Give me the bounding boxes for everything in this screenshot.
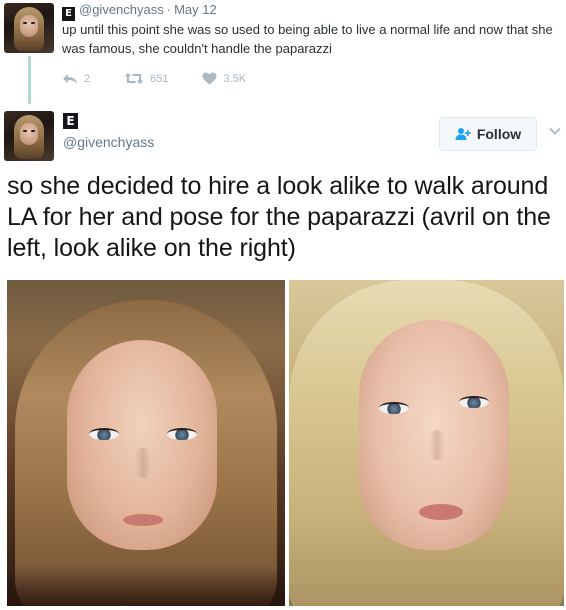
- avatar[interactable]: [4, 3, 54, 53]
- follow-button[interactable]: Follow: [439, 117, 537, 151]
- tweet-date[interactable]: May 12: [174, 2, 217, 17]
- tweet-header: E @givenchyass · May 12: [62, 2, 217, 21]
- avatar[interactable]: [4, 111, 54, 161]
- tweet-thread: E @givenchyass · May 12 up until this point…: [0, 0, 566, 610]
- like-button[interactable]: 3.5K: [202, 72, 246, 85]
- separator: ·: [166, 2, 172, 17]
- heart-icon: [202, 72, 217, 85]
- user-handle[interactable]: @givenchyass: [79, 2, 164, 17]
- reply-icon: [63, 73, 77, 84]
- reply-button[interactable]: 2: [62, 73, 90, 85]
- retweet-icon: [124, 73, 144, 84]
- add-user-icon: [455, 128, 471, 140]
- tweet-text: so she decided to hire a look alike to w…: [7, 172, 551, 262]
- retweet-count: 651: [150, 72, 169, 85]
- chevron-down-icon[interactable]: [548, 124, 562, 138]
- account-badge: E: [63, 113, 78, 129]
- retweet-button[interactable]: 651: [124, 72, 168, 85]
- tweet-photo-right[interactable]: [289, 280, 564, 606]
- reply-count: 2: [84, 72, 91, 85]
- like-count: 3.5K: [223, 72, 247, 85]
- account-badge: E: [62, 7, 75, 21]
- tweet-text: up until this point she was so used to b…: [62, 22, 553, 56]
- tweet-actions: 2 651 3.5K: [62, 72, 280, 85]
- tweet-photo-left[interactable]: [7, 280, 285, 606]
- follow-label: Follow: [476, 126, 522, 142]
- thread-connector: [28, 56, 31, 104]
- user-handle[interactable]: @givenchyass: [63, 134, 154, 150]
